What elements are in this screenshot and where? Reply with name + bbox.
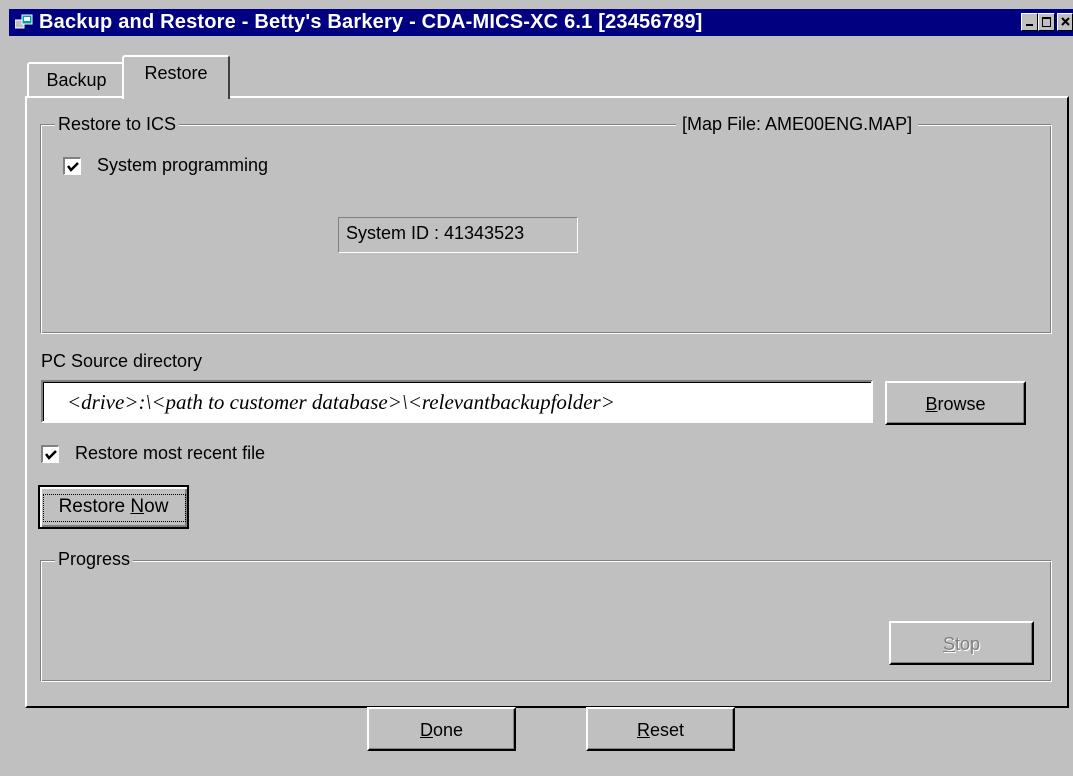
backup-restore-window: Backup and Restore - Betty's Barkery - C…: [0, 0, 1073, 776]
browse-button[interactable]: Browse: [885, 381, 1026, 425]
checkmark-icon: [45, 450, 57, 460]
system-id-value: System ID : 41343523: [346, 223, 525, 243]
map-file-label: [Map File: AME00ENG.MAP]: [676, 114, 919, 135]
restore-most-recent-label[interactable]: Restore most recent file: [75, 443, 265, 464]
tab-backup-label: Backup: [46, 70, 107, 90]
app-icon: [15, 14, 33, 29]
reset-button[interactable]: Reset: [586, 707, 735, 751]
system-programming-checkbox[interactable]: [63, 157, 81, 175]
restore-most-recent-checkbox[interactable]: [41, 445, 59, 463]
title-bar[interactable]: Backup and Restore - Betty's Barkery - C…: [9, 9, 1073, 36]
tab-restore[interactable]: Restore: [122, 55, 230, 99]
tab-restore-label: Restore: [144, 63, 208, 83]
minimize-icon: [1026, 24, 1033, 26]
done-button[interactable]: Done: [367, 707, 516, 751]
maximize-button[interactable]: [1038, 13, 1055, 31]
tab-backup[interactable]: Backup: [27, 62, 126, 96]
maximize-icon: [1042, 17, 1051, 27]
restore-to-ics-legend: Restore to ICS: [55, 114, 180, 135]
system-programming-label[interactable]: System programming: [97, 155, 268, 176]
progress-legend: Progress: [55, 549, 134, 570]
pc-source-directory-label: PC Source directory: [41, 351, 203, 371]
checkmark-icon: [67, 162, 79, 172]
restore-now-button[interactable]: Restore Now: [38, 485, 189, 529]
window-title: Backup and Restore - Betty's Barkery - C…: [39, 11, 703, 33]
close-button[interactable]: [1057, 13, 1073, 31]
source-directory-input[interactable]: <drive>:\<path to customer database>\<re…: [41, 380, 873, 423]
close-icon: [1061, 17, 1070, 26]
minimize-button[interactable]: [1021, 13, 1038, 31]
stop-button[interactable]: Stop: [889, 621, 1034, 665]
system-id-box: System ID : 41343523: [338, 217, 578, 253]
source-directory-value: <drive>:\<path to customer database>\<re…: [67, 390, 615, 414]
